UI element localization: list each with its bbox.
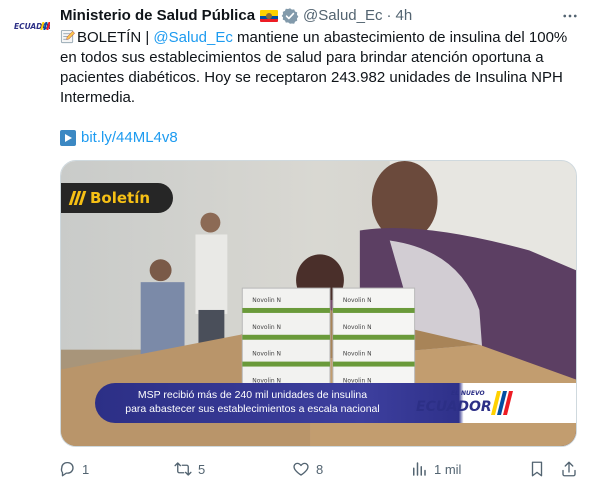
bookmark-icon — [531, 461, 543, 477]
memo-icon — [60, 29, 75, 44]
mention-link[interactable]: @Salud_Ec — [153, 29, 232, 46]
views-button[interactable]: 1 mil — [410, 457, 461, 481]
separator-dot: · — [386, 7, 392, 24]
svg-text:Novolin N: Novolin N — [343, 351, 372, 358]
author-handle[interactable]: @Salud_Ec — [303, 6, 382, 26]
retweet-button[interactable]: 5 — [174, 457, 205, 481]
heart-icon — [293, 462, 309, 476]
svg-text:Novolin N: Novolin N — [343, 324, 372, 331]
el-nuevo-ecuador-logo: EL NUEVO ECUADOR — [416, 390, 513, 415]
short-link[interactable]: bit.ly/44ML4v8 — [81, 128, 178, 148]
views-icon — [413, 462, 426, 476]
tweet-media-image[interactable]: Novolin N Novolin N Novolin N Novolin N … — [60, 160, 577, 447]
boletin-label: Boletín — [90, 189, 151, 207]
reply-button[interactable]: 1 — [58, 457, 89, 481]
svg-text:Novolin N: Novolin N — [252, 324, 281, 331]
share-icon — [562, 461, 576, 477]
avatar[interactable]: ECUADOR — [12, 6, 52, 46]
like-button[interactable]: 8 — [292, 457, 323, 481]
boletin-stripes-icon — [68, 191, 87, 205]
retweet-count: 5 — [198, 461, 206, 477]
caption-line-1: MSP recibió más de 240 mil unidades de i… — [137, 389, 368, 401]
play-button-icon — [60, 130, 76, 146]
caption-line-2: para abastecer sus establecimientos a es… — [125, 403, 380, 415]
share-button[interactable] — [560, 457, 578, 481]
svg-text:Novolin N: Novolin N — [343, 297, 372, 304]
more-icon[interactable] — [560, 6, 580, 26]
svg-text:ECUADOR: ECUADOR — [416, 399, 492, 415]
reply-icon — [60, 461, 74, 477]
tweet-header: Ministerio de Salud Pública @Salud_Ec · … — [60, 6, 580, 26]
tweet-text-prefix: BOLETÍN | — [77, 29, 154, 46]
views-count: 1 mil — [434, 461, 462, 477]
tweet-time[interactable]: 4h — [396, 6, 413, 26]
media-caption-bar: MSP recibió más de 240 mil unidades de i… — [95, 383, 576, 423]
ecuador-flag-icon — [260, 10, 279, 22]
svg-text:Novolin N: Novolin N — [252, 297, 281, 304]
retweet-icon — [174, 462, 192, 476]
verified-badge-icon — [281, 8, 299, 24]
bookmark-button[interactable] — [528, 457, 546, 481]
author-name[interactable]: Ministerio de Salud Pública — [60, 6, 255, 26]
link-line: bit.ly/44ML4v8 — [60, 128, 178, 148]
svg-text:EL NUEVO: EL NUEVO — [451, 390, 485, 397]
tweet-text: BOLETÍN | @Salud_Ec mantiene un abasteci… — [60, 28, 580, 108]
media-caption: MSP recibió más de 240 mil unidades de i… — [95, 388, 410, 416]
svg-text:Novolin N: Novolin N — [252, 351, 281, 358]
tweet-action-bar: 1 5 8 1 mil — [58, 457, 578, 481]
ecuador-avatar-logo: ECUADOR — [14, 22, 50, 31]
reply-count: 1 — [82, 461, 90, 477]
boletin-badge: Boletín — [61, 183, 173, 213]
like-count: 8 — [316, 461, 324, 477]
